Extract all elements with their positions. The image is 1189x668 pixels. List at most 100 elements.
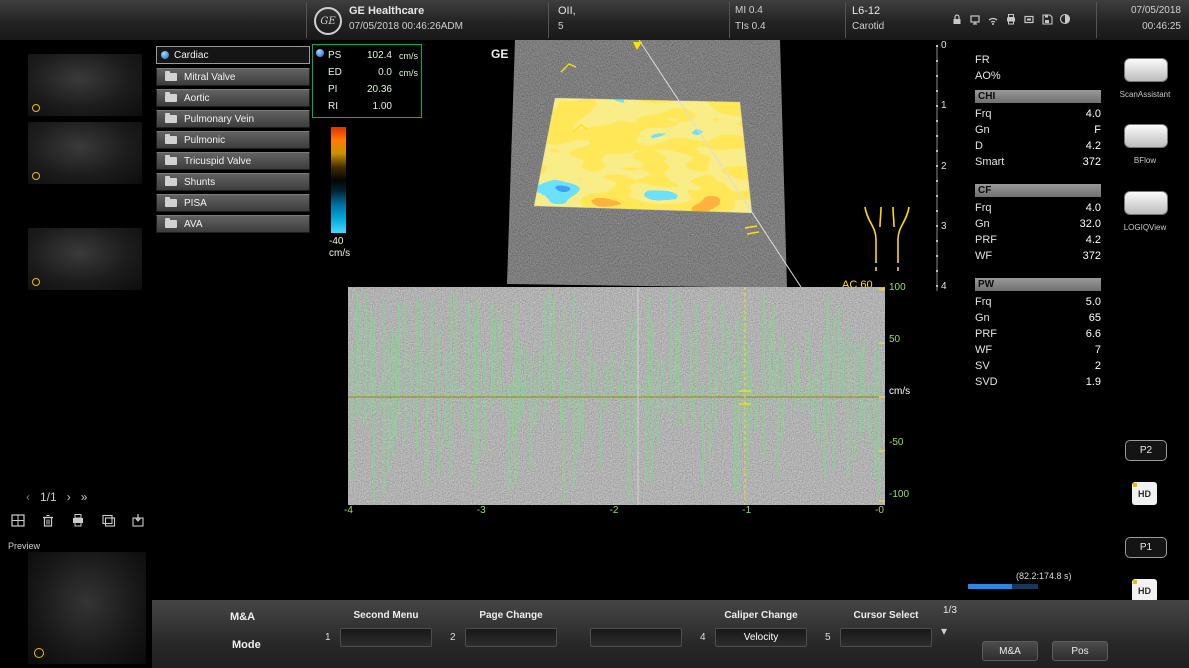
divider	[548, 2, 549, 38]
last-page-icon[interactable]: »	[81, 490, 88, 504]
scan-assistant-button[interactable]	[1124, 58, 1168, 82]
softkey-page-indicator: 1/3	[943, 605, 957, 616]
divider	[306, 2, 307, 38]
mi-value: MI 0.4	[735, 5, 763, 16]
measurement-menu-item[interactable]: Pulmonary Vein	[156, 110, 310, 128]
softkey-number: 1	[325, 632, 331, 643]
ao-label: AO%	[975, 70, 1001, 82]
p1-button[interactable]: P1	[1125, 537, 1167, 558]
measurement-item-list: Mitral Valve Aortic Pulmonary Vein Pulmo…	[156, 68, 310, 233]
bflow-button[interactable]	[1124, 124, 1168, 148]
softkey-slot[interactable]	[590, 628, 682, 647]
color-scale-min: -40	[329, 236, 350, 248]
color-scale-label: -40 cm/s	[329, 236, 350, 260]
patient-name[interactable]: OII,	[558, 5, 576, 17]
softkey-slot[interactable]	[840, 628, 932, 647]
next-page-icon[interactable]: ›	[67, 490, 71, 504]
velocity-scale: 10050cm/s-50-100	[889, 282, 910, 500]
pos-button[interactable]: Pos	[1052, 641, 1108, 661]
measurement-menu-item[interactable]: PISA	[156, 194, 310, 212]
result-label: PS	[328, 50, 344, 61]
transfer-icon[interactable]	[130, 512, 147, 529]
clip-thumbnail[interactable]	[28, 228, 142, 290]
measurement-menu-item[interactable]: Mitral Valve	[156, 68, 310, 86]
clip-thumbnail[interactable]	[28, 54, 142, 116]
measurement-menu-item[interactable]: Pulmonic	[156, 131, 310, 149]
measurement-menu-item[interactable]: Shunts	[156, 173, 310, 191]
softkey-label: Second Menu	[340, 610, 432, 624]
preview-image[interactable]	[28, 552, 146, 664]
softkey-next-page-icon[interactable]: ▾	[941, 624, 947, 638]
time-scale: -4-3-2-1-0	[344, 505, 884, 516]
parameter-value: 372	[1083, 156, 1101, 168]
parameter-label: Gn	[975, 124, 990, 136]
parameter-value: 5.0	[1086, 296, 1101, 308]
measurement-menu-item[interactable]: Tricuspid Valve	[156, 152, 310, 170]
folder-icon	[165, 178, 177, 186]
p2-button[interactable]: P2	[1125, 440, 1167, 461]
layout-grid-icon[interactable]	[10, 512, 27, 529]
softkey: Page Change 2	[465, 610, 557, 647]
softkey-label	[590, 610, 682, 624]
parameter-value: 65	[1089, 312, 1101, 324]
active-result-icon	[316, 49, 324, 57]
result-value: 20.36	[344, 84, 392, 95]
parameter-row: SVD 1.9	[975, 374, 1101, 390]
measurement-menu-item[interactable]: Aortic	[156, 89, 310, 107]
logiqview-button[interactable]	[1124, 191, 1168, 215]
parameter-row: WF 372	[975, 248, 1101, 264]
parameter-row: PRF 6.6	[975, 326, 1101, 342]
trash-icon[interactable]	[40, 512, 57, 529]
parameter-row: Smart 372	[975, 154, 1101, 170]
preset-name[interactable]: Carotid	[852, 21, 884, 32]
color-velocity-scale	[331, 127, 346, 233]
contrast-icon	[1058, 12, 1072, 26]
probe-name[interactable]: L6-12	[852, 5, 880, 17]
printer-icon	[1004, 12, 1018, 26]
parameter-label: Frq	[975, 202, 992, 214]
film-stack-icon[interactable]	[100, 512, 117, 529]
depth-ruler	[936, 45, 938, 291]
hd-save-icon[interactable]: HD	[1132, 482, 1157, 505]
result-row: PS 102.4 cm/s	[316, 47, 418, 64]
monitor-icon	[968, 12, 982, 26]
softkey-number: 5	[825, 632, 831, 643]
hd-save-icon[interactable]: HD	[1132, 579, 1157, 602]
mode-header-cf: CF	[975, 184, 1101, 197]
divider	[1096, 2, 1097, 38]
parameter-row: WF 7	[975, 342, 1101, 358]
time-scale-label: -1	[742, 505, 751, 516]
parameter-value: 372	[1083, 250, 1101, 262]
measurement-category-header[interactable]: Cardiac	[156, 46, 310, 64]
parameter-label: Frq	[975, 108, 992, 120]
softkey-slot[interactable]	[340, 628, 432, 647]
wifi-icon	[986, 12, 1000, 26]
result-label: PI	[328, 84, 344, 95]
softkey: Second Menu 1	[340, 610, 432, 647]
parameter-row: Frq 4.0	[975, 200, 1101, 216]
measurement-menu-item[interactable]: AVA	[156, 215, 310, 233]
cine-progress-bar[interactable]	[968, 584, 1038, 589]
softkey-slot[interactable]: Velocity	[715, 628, 807, 647]
folder-icon	[165, 94, 177, 102]
clip-thumbnail[interactable]	[28, 122, 142, 184]
depth-mark: 4	[941, 281, 947, 292]
spectral-doppler-display[interactable]	[348, 287, 885, 505]
measurement-item-label: Shunts	[184, 177, 215, 188]
print-icon[interactable]	[70, 512, 87, 529]
softkey	[590, 610, 682, 647]
softkey-slot[interactable]	[465, 628, 557, 647]
prev-page-icon[interactable]: ‹	[26, 490, 30, 504]
softkey-label: Caliper Change	[715, 610, 807, 624]
parameter-label: PRF	[975, 328, 997, 340]
carotid-bodymark-icon	[851, 201, 923, 275]
category-label: Cardiac	[174, 50, 208, 61]
folder-icon	[165, 73, 177, 81]
ma-button[interactable]: M&A	[982, 641, 1038, 661]
parameter-row: Frq 5.0	[975, 294, 1101, 310]
result-label: ED	[328, 67, 344, 78]
status-icon-cluster	[950, 12, 1072, 26]
softkey: Caliper Change 4 Velocity	[715, 610, 807, 647]
measurement-results-box: PS 102.4 cm/s ED 0.0 cm/s PI 20.36	[312, 44, 422, 118]
result-row: ED 0.0 cm/s	[316, 64, 418, 81]
